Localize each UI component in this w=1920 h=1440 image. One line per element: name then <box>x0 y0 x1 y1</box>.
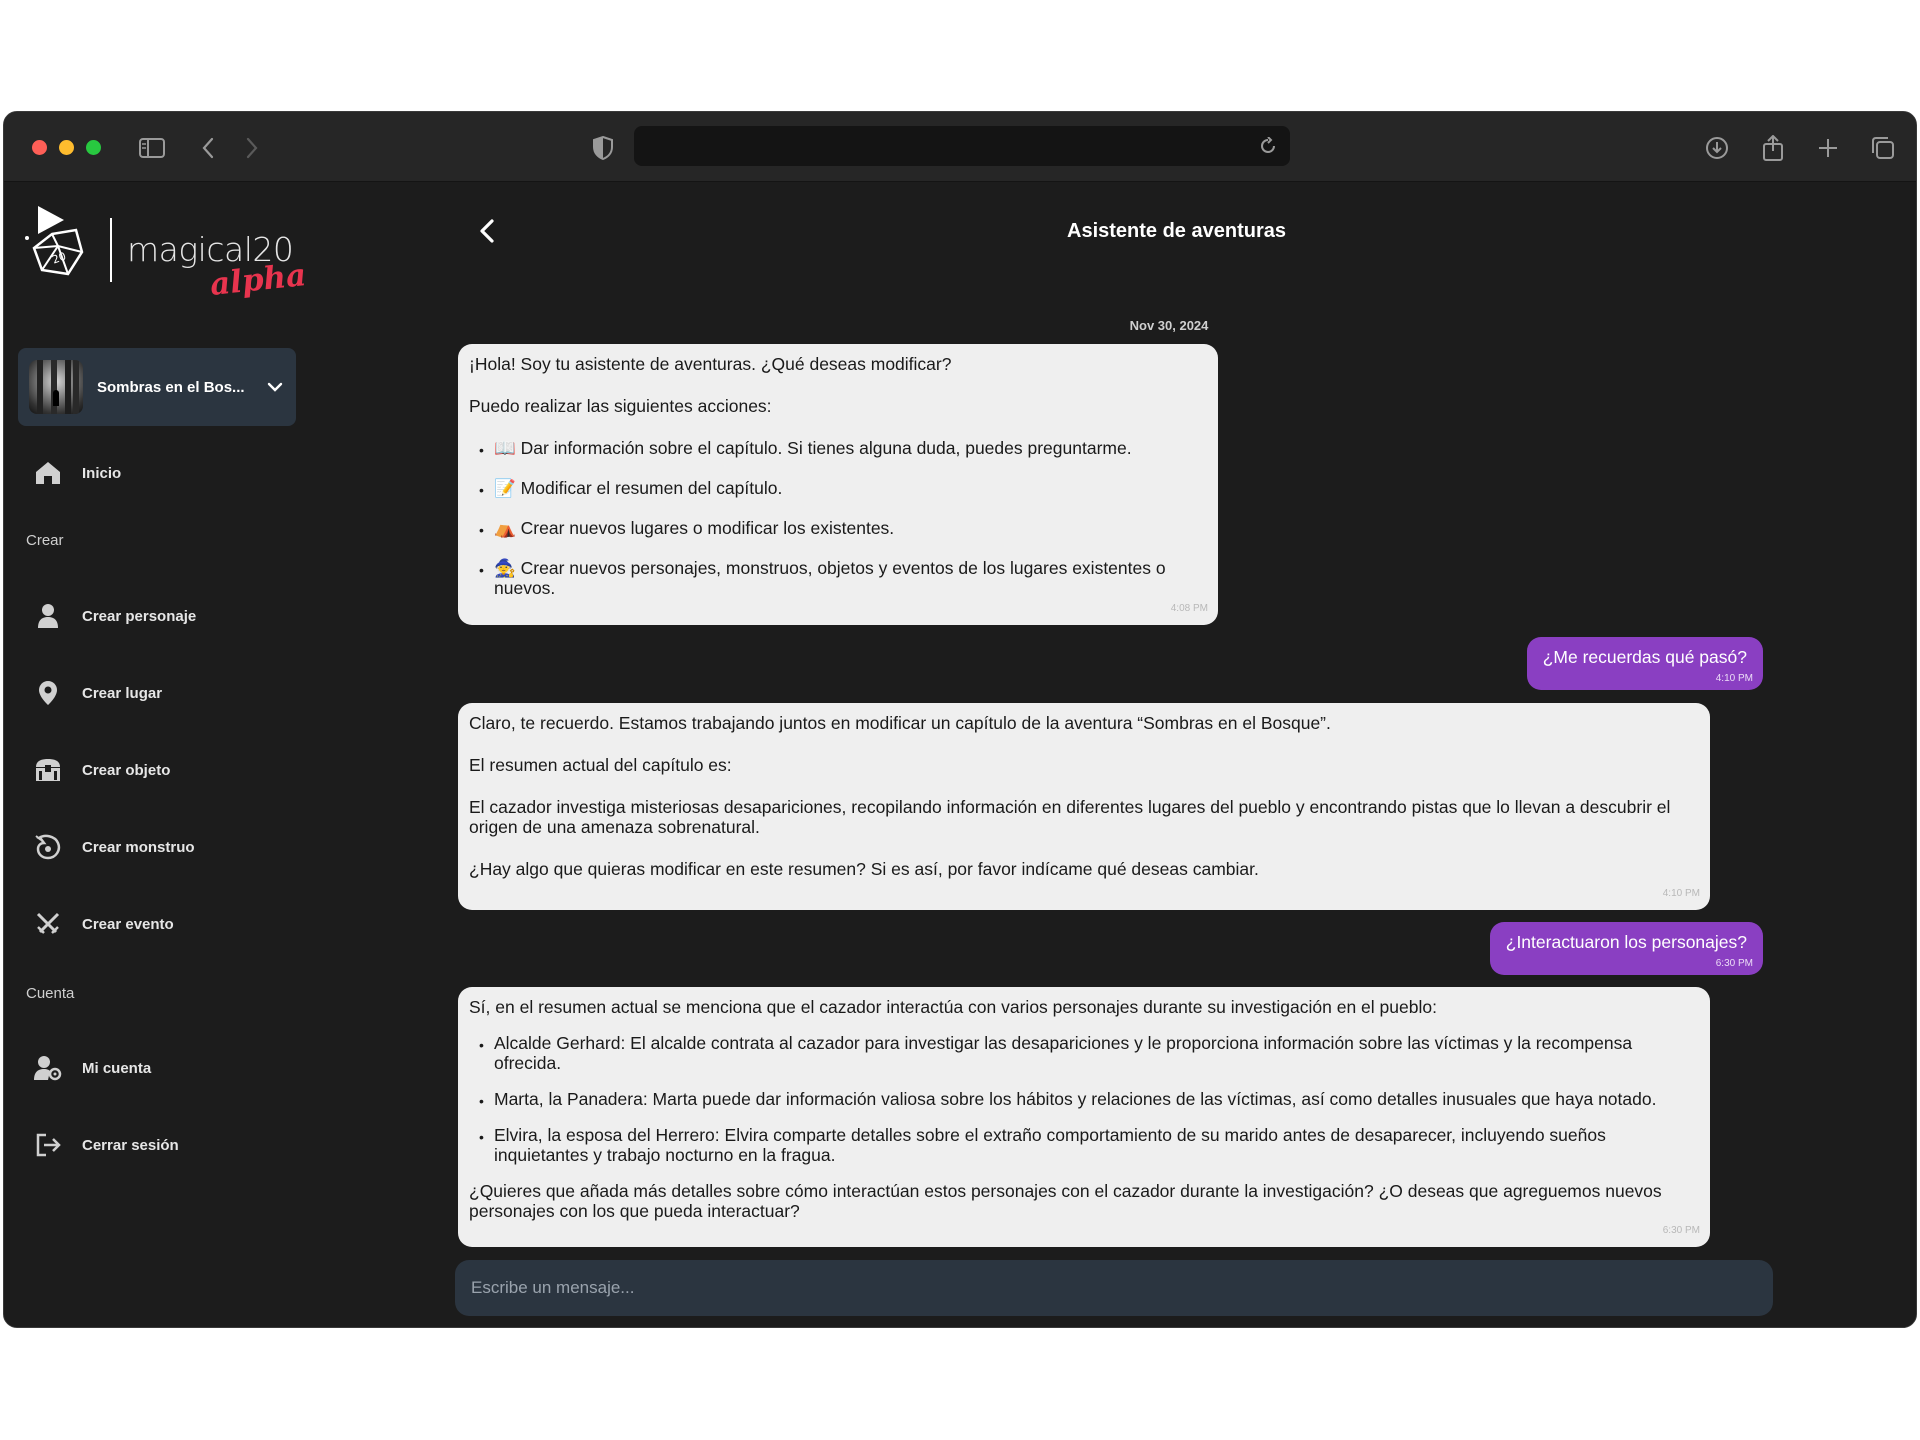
user-message: ¿Me recuerdas qué pasó? 4:10 PM <box>1526 637 1763 690</box>
list-item: 📖 Dar información sobre el capítulo. Si … <box>469 438 1207 460</box>
sidebar-item-label: Crear lugar <box>82 684 163 702</box>
sidebar-item-label: Crear monstruo <box>82 838 195 856</box>
sidebar-item-my-account[interactable]: Mi cuenta <box>34 1048 151 1088</box>
message-timestamp: 4:08 PM <box>1170 603 1208 614</box>
list-item: 🧙 Crear nuevos personajes, monstruos, ob… <box>469 558 1207 598</box>
sidebar-item-label: Inicio <box>82 464 122 482</box>
reload-icon[interactable] <box>1254 132 1282 160</box>
message-text: ¿Me recuerdas qué pasó? <box>1542 647 1747 667</box>
section-header-account: Cuenta <box>26 985 75 1002</box>
message-text: ¿Hay algo que quieras modificar en este … <box>469 859 1259 879</box>
chat-title: Asistente de aventuras <box>1067 220 1286 242</box>
list-item: 📝 Modificar el resumen del capítulo. <box>469 478 1207 500</box>
sidebar-item-create-monster[interactable]: Crear monstruo <box>34 827 195 867</box>
list-item: Alcalde Gerhard: El alcalde contrata al … <box>469 1033 1699 1073</box>
close-window-button[interactable] <box>32 140 47 155</box>
user-message: ¿Interactuaron los personajes? 6:30 PM <box>1489 922 1763 975</box>
list-item: ⛺ Crear nuevos lugares o modificar los e… <box>469 518 1207 540</box>
sidebar-item-label: Crear objeto <box>82 761 171 779</box>
sidebar-item-home[interactable]: Inicio <box>34 453 121 493</box>
shield-icon[interactable] <box>587 132 619 164</box>
list-item: Marta, la Panadera: Marta puede dar info… <box>469 1089 1699 1111</box>
back-nav-icon[interactable] <box>192 132 224 164</box>
chevron-down-icon <box>267 382 283 392</box>
message-text: Puedo realizar las siguientes acciones: <box>469 396 772 416</box>
app-logo[interactable]: 20 magical20 alpha <box>24 204 308 304</box>
logo-divider <box>110 218 112 282</box>
sidebar-item-label: Crear evento <box>82 915 174 933</box>
sidebar-item-create-character[interactable]: Crear personaje <box>34 596 196 636</box>
message-text: Sí, en el resumen actual se menciona que… <box>469 997 1437 1017</box>
message-timestamp: 6:30 PM <box>1662 1225 1700 1236</box>
sidebar-item-create-place[interactable]: Crear lugar <box>34 673 162 713</box>
chat-panel: Asistente de aventuras Nov 30, 2024 ¡Hol… <box>314 182 1916 1327</box>
browser-toolbar <box>4 112 1916 182</box>
address-bar[interactable] <box>634 126 1290 166</box>
message-timestamp: 4:10 PM <box>1662 888 1700 899</box>
section-header-create: Crear <box>26 532 64 549</box>
tab-overview-icon[interactable] <box>1867 132 1899 164</box>
campaign-thumbnail <box>29 360 83 414</box>
message-text: Claro, te recuerdo. Estamos trabajando j… <box>469 713 1331 733</box>
assistant-message: Sí, en el resumen actual se menciona que… <box>458 987 1710 1247</box>
message-composer[interactable] <box>455 1260 1773 1316</box>
message-timestamp: 6:30 PM <box>1715 958 1753 969</box>
message-text: ¿Interactuaron los personajes? <box>1505 932 1747 952</box>
zoom-window-button[interactable] <box>86 140 101 155</box>
user-gear-icon <box>34 1054 62 1082</box>
message-text: ¡Hola! Soy tu asistente de aventuras. ¿Q… <box>469 354 952 374</box>
person-icon <box>34 602 62 630</box>
message-input[interactable] <box>455 1260 1773 1316</box>
campaign-selector[interactable]: Sombras en el Bos... <box>18 348 296 426</box>
d20-wizard-logo-icon: 20 <box>25 206 84 276</box>
list-item: Elvira, la esposa del Herrero: Elvira co… <box>469 1125 1699 1165</box>
dragon-icon <box>34 833 62 861</box>
download-icon[interactable] <box>1701 132 1733 164</box>
characters-list: Alcalde Gerhard: El alcalde contrata al … <box>469 1033 1699 1165</box>
date-separator: Nov 30, 2024 <box>1129 318 1209 333</box>
home-icon <box>34 459 62 487</box>
minimize-window-button[interactable] <box>59 140 74 155</box>
forward-nav-icon[interactable] <box>236 132 268 164</box>
sidebar-item-label: Crear personaje <box>82 607 197 625</box>
share-icon[interactable] <box>1757 132 1789 164</box>
message-text: El resumen actual del capítulo es: <box>469 755 732 775</box>
crossed-swords-icon <box>34 910 62 938</box>
assistant-message: ¡Hola! Soy tu asistente de aventuras. ¿Q… <box>458 344 1218 625</box>
message-text: El cazador investiga misteriosas desapar… <box>469 797 1671 837</box>
actions-list: 📖 Dar información sobre el capítulo. Si … <box>469 438 1207 598</box>
sidebar: 20 magical20 alpha Sombras en el Bos... … <box>4 182 314 1327</box>
sidebar-toggle-icon[interactable] <box>136 132 168 164</box>
new-tab-icon[interactable] <box>1812 132 1844 164</box>
app-area: 20 magical20 alpha Sombras en el Bos... … <box>4 182 1916 1327</box>
logout-icon <box>34 1131 62 1159</box>
assistant-message: Claro, te recuerdo. Estamos trabajando j… <box>458 703 1710 910</box>
message-text: ¿Quieres que añada más detalles sobre có… <box>469 1181 1662 1221</box>
campaign-name: Sombras en el Bos... <box>97 378 245 396</box>
browser-window: 20 magical20 alpha Sombras en el Bos... … <box>3 111 1917 1328</box>
message-timestamp: 4:10 PM <box>1715 673 1753 684</box>
sidebar-item-label: Cerrar sesión <box>82 1136 179 1154</box>
sidebar-item-create-object[interactable]: Crear objeto <box>34 750 170 790</box>
location-pin-icon <box>34 679 62 707</box>
chest-icon <box>34 756 62 784</box>
sidebar-item-logout[interactable]: Cerrar sesión <box>34 1125 179 1165</box>
sidebar-item-create-event[interactable]: Crear evento <box>34 904 174 944</box>
sidebar-item-label: Mi cuenta <box>82 1059 152 1077</box>
